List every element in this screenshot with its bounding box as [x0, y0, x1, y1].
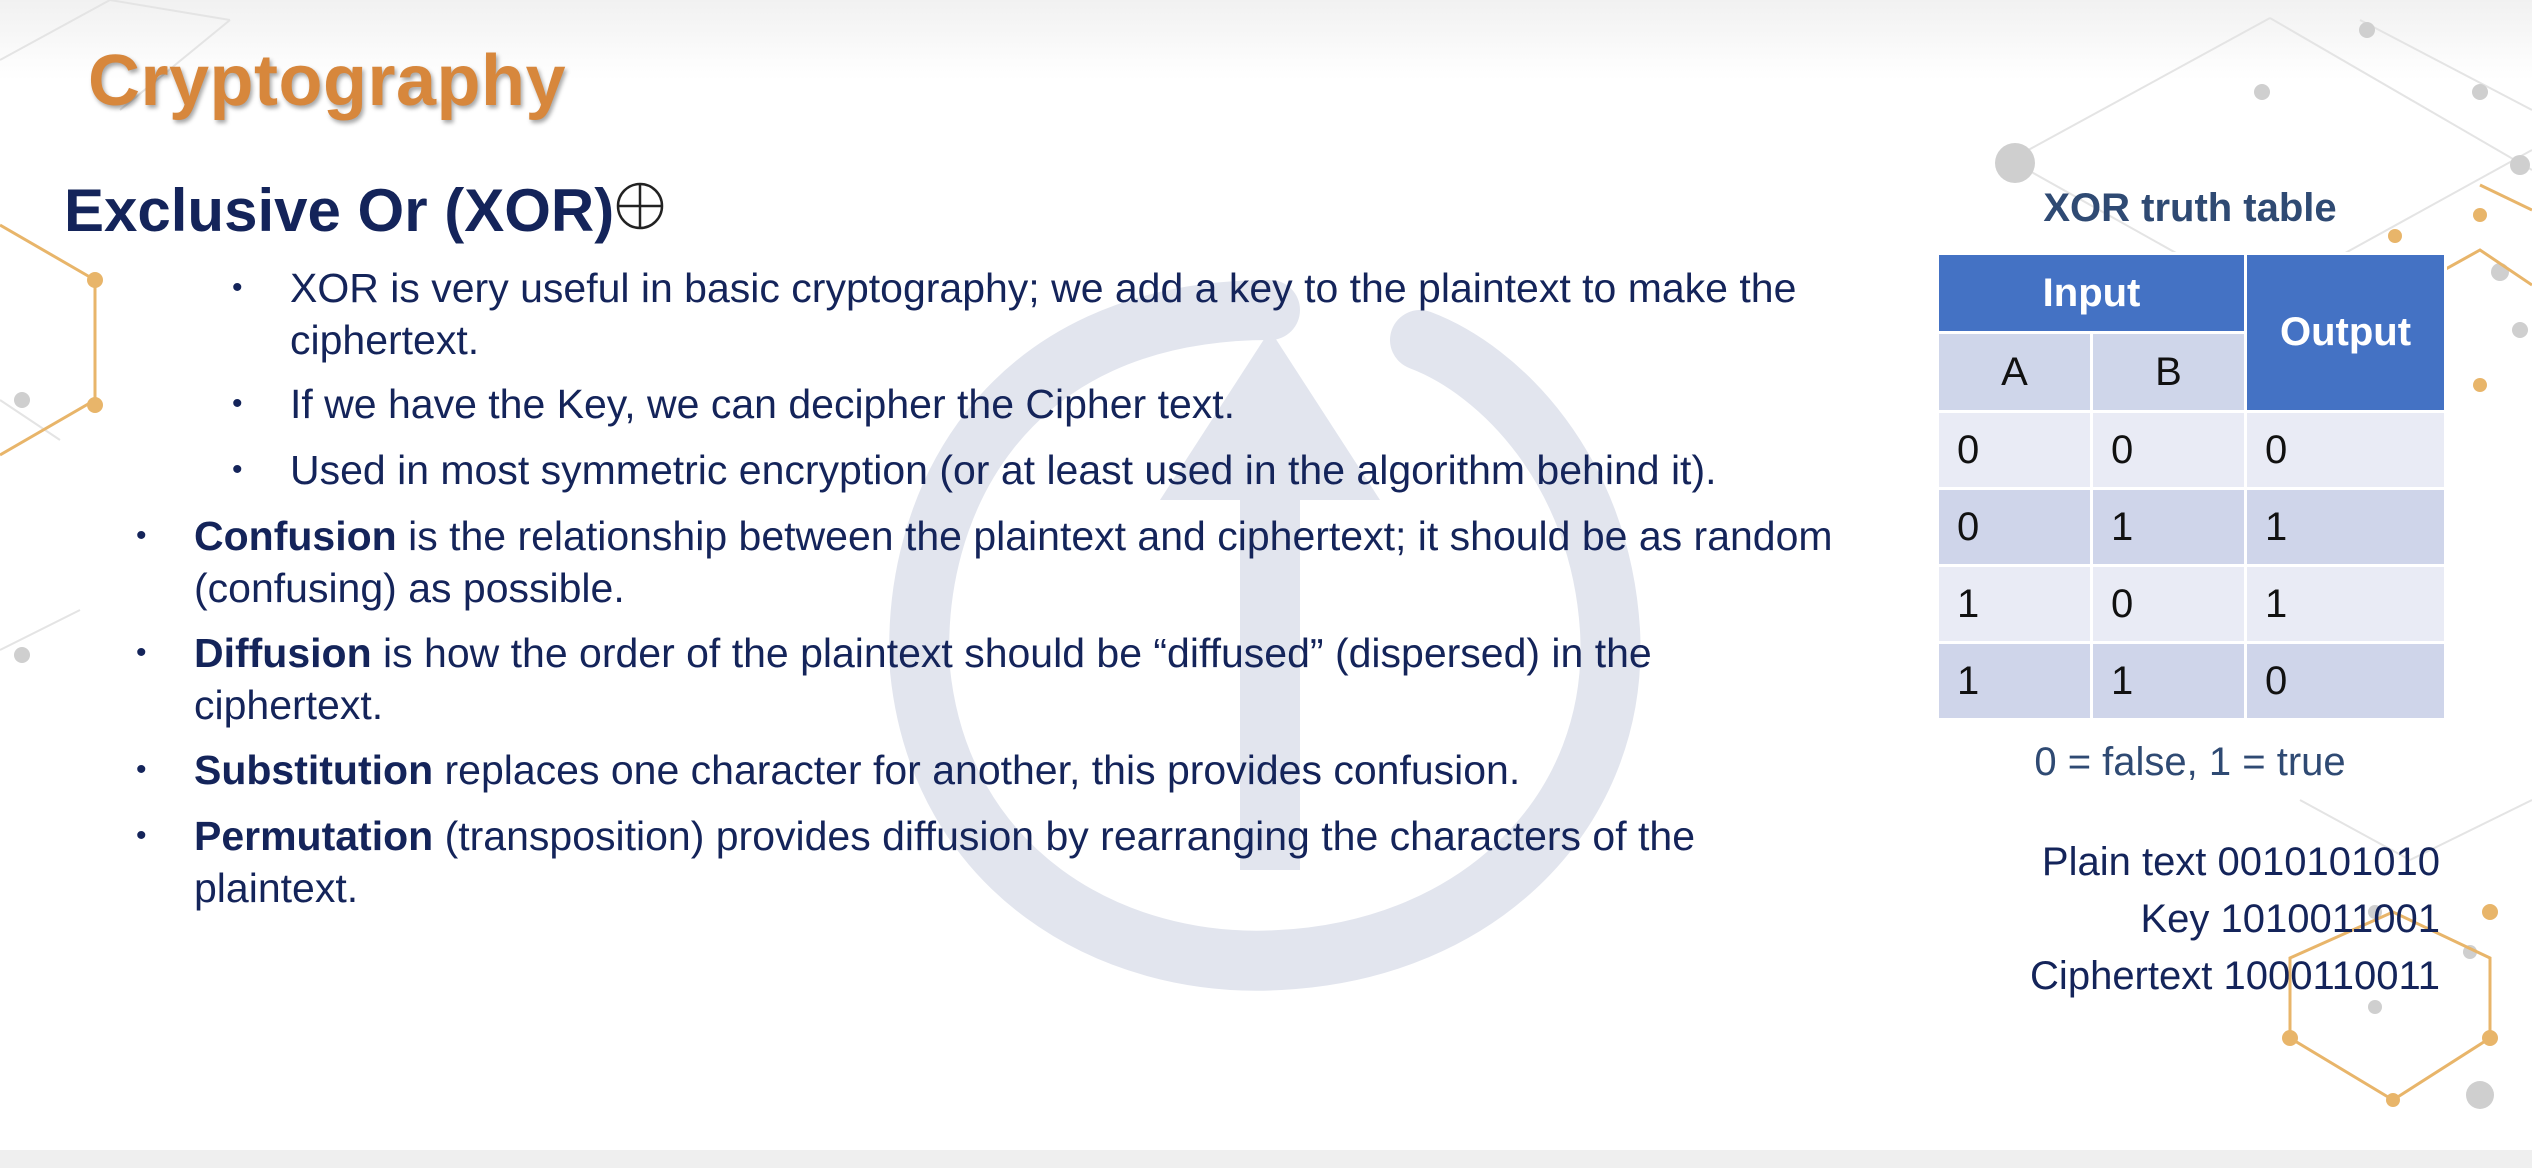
truth-table-title: XOR truth table [2043, 186, 2337, 230]
bullet-marker: • [232, 453, 243, 486]
table-row: 1 0 1 [1936, 564, 2448, 644]
bullet-text: Confusion is the relationship between th… [194, 513, 1833, 611]
cell-a: 0 [1936, 410, 2093, 490]
crosshair-move-icon[interactable] [614, 180, 666, 232]
bullet-text: Diffusion is how the order of the plaint… [194, 630, 1652, 728]
bullet-item: • Substitution replaces one character fo… [136, 744, 1854, 796]
key-line: Key 1010011001 [2140, 897, 2440, 941]
bullet-text: Permutation (transposition) provides dif… [194, 813, 1696, 911]
cell-output: 1 [2244, 487, 2448, 567]
truth-value-legend: 0 = false, 1 = true [2034, 740, 2346, 784]
bullet-marker: • [136, 819, 147, 852]
bullet-item: • XOR is very useful in basic cryptograp… [232, 262, 1850, 366]
bullet-item: • Diffusion is how the order of the plai… [136, 627, 1834, 731]
cell-output: 1 [2244, 564, 2448, 644]
slide-title: Cryptography [88, 41, 567, 121]
bullet-text: Used in most symmetric encryption (or at… [290, 447, 1717, 493]
cell-b: 1 [2089, 641, 2248, 721]
bullet-text: Substitution replaces one character for … [194, 747, 1521, 793]
bullet-item: • Confusion is the relationship between … [136, 510, 1834, 614]
table-row: 0 0 0 [1936, 410, 2448, 490]
bullet-item: • Permutation (transposition) provides d… [136, 810, 1834, 914]
bullet-item: • If we have the Key, we can decipher th… [232, 378, 1890, 430]
header-a: A [1936, 331, 2093, 413]
xor-example: Plain text 0010101010 Key 1010011001 Cip… [1900, 834, 2440, 1005]
bullet-marker: • [136, 519, 147, 552]
bullet-text: XOR is very useful in basic cryptography… [290, 265, 1797, 363]
cell-a: 1 [1936, 564, 2093, 644]
bullet-marker: • [136, 636, 147, 669]
header-output: Output [2244, 252, 2448, 413]
cell-b: 0 [2089, 564, 2248, 644]
bullet-item: • Used in most symmetric encryption (or … [232, 444, 1890, 496]
ciphertext-line: Ciphertext 1000110011 [2030, 954, 2440, 998]
cell-a: 1 [1936, 641, 2093, 721]
bullet-marker: • [232, 271, 243, 304]
cell-output: 0 [2244, 641, 2448, 721]
cell-b: 0 [2089, 410, 2248, 490]
cell-b: 1 [2089, 487, 2248, 567]
xor-truth-table: Input Output A B 0 0 0 0 1 1 1 0 1 1 1 0 [1935, 252, 2448, 721]
bullet-marker: • [232, 387, 243, 420]
cell-a: 0 [1936, 487, 2093, 567]
header-input: Input [1935, 252, 2248, 334]
bullet-text: If we have the Key, we can decipher the … [290, 381, 1236, 427]
cell-output: 0 [2244, 410, 2448, 490]
plain-text-line: Plain text 0010101010 [2041, 840, 2440, 884]
table-row: 1 1 0 [1936, 641, 2448, 721]
section-heading: Exclusive Or (XOR) [64, 177, 615, 244]
header-b: B [2089, 331, 2248, 413]
bullet-marker: • [136, 753, 147, 786]
table-row: 0 1 1 [1936, 487, 2448, 567]
